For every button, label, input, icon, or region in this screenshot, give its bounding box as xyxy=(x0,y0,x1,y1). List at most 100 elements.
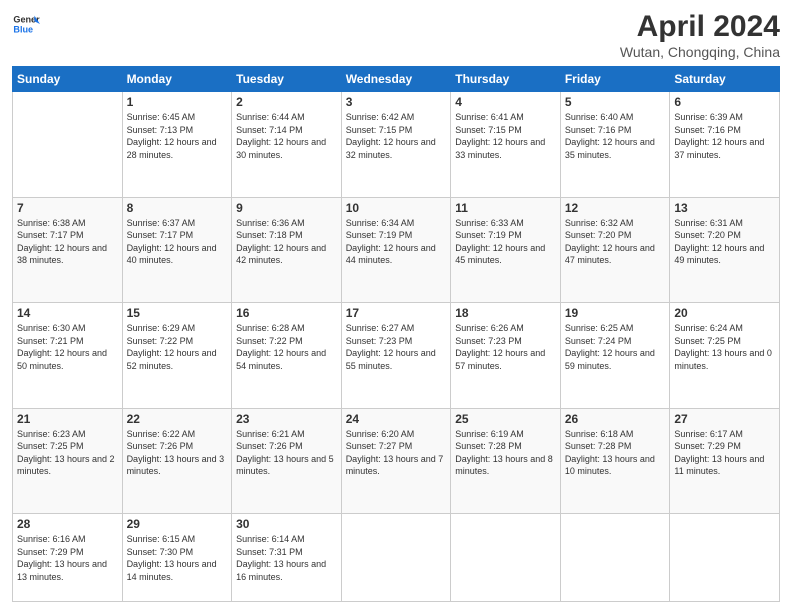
day-number: 17 xyxy=(346,306,447,320)
day-info: Sunrise: 6:23 AMSunset: 7:25 PMDaylight:… xyxy=(17,428,118,478)
table-row: 2 Sunrise: 6:44 AMSunset: 7:14 PMDaylight… xyxy=(232,92,342,198)
calendar-container: General Blue April 2024 Wutan, Chongqing… xyxy=(0,0,792,612)
day-number: 12 xyxy=(565,201,666,215)
day-number: 14 xyxy=(17,306,118,320)
day-info: Sunrise: 6:30 AMSunset: 7:21 PMDaylight:… xyxy=(17,322,118,372)
table-row xyxy=(451,514,561,602)
table-row: 14 Sunrise: 6:30 AMSunset: 7:21 PMDayligh… xyxy=(13,303,123,409)
day-number: 1 xyxy=(127,95,228,109)
day-info: Sunrise: 6:25 AMSunset: 7:24 PMDaylight:… xyxy=(565,322,666,372)
col-monday: Monday xyxy=(122,67,232,92)
day-info: Sunrise: 6:28 AMSunset: 7:22 PMDaylight:… xyxy=(236,322,337,372)
col-saturday: Saturday xyxy=(670,67,780,92)
table-row: 28 Sunrise: 6:16 AMSunset: 7:29 PMDayligh… xyxy=(13,514,123,602)
day-info: Sunrise: 6:22 AMSunset: 7:26 PMDaylight:… xyxy=(127,428,228,478)
header: General Blue April 2024 Wutan, Chongqing… xyxy=(12,10,780,60)
table-row: 23Sunrise: 6:21 AMSunset: 7:26 PMDayligh… xyxy=(232,408,342,514)
day-number: 18 xyxy=(455,306,556,320)
table-row: 1 Sunrise: 6:45 AMSunset: 7:13 PMDaylight… xyxy=(122,92,232,198)
col-friday: Friday xyxy=(560,67,670,92)
title-block: April 2024 Wutan, Chongqing, China xyxy=(620,10,780,60)
day-number: 3 xyxy=(346,95,447,109)
table-row: 18 Sunrise: 6:26 AMSunset: 7:23 PMDayligh… xyxy=(451,303,561,409)
table-row: 16 Sunrise: 6:28 AMSunset: 7:22 PMDayligh… xyxy=(232,303,342,409)
day-number: 5 xyxy=(565,95,666,109)
day-info: Sunrise: 6:41 AMSunset: 7:15 PMDaylight:… xyxy=(455,111,556,161)
table-row: 4 Sunrise: 6:41 AMSunset: 7:15 PMDaylight… xyxy=(451,92,561,198)
table-row: 8Sunrise: 6:37 AMSunset: 7:17 PMDaylight… xyxy=(122,197,232,303)
table-row: 20 Sunrise: 6:24 AMSunset: 7:25 PMDayligh… xyxy=(670,303,780,409)
day-info: Sunrise: 6:27 AMSunset: 7:23 PMDaylight:… xyxy=(346,322,447,372)
table-row: 17 Sunrise: 6:27 AMSunset: 7:23 PMDayligh… xyxy=(341,303,451,409)
calendar-header: Sunday Monday Tuesday Wednesday Thursday… xyxy=(13,67,780,92)
logo: General Blue xyxy=(12,10,40,38)
day-info: Sunrise: 6:14 AMSunset: 7:31 PMDaylight:… xyxy=(236,533,337,583)
table-row: 26 Sunrise: 6:18 AMSunset: 7:28 PMDayligh… xyxy=(560,408,670,514)
calendar-table: Sunday Monday Tuesday Wednesday Thursday… xyxy=(12,66,780,602)
day-info: Sunrise: 6:44 AMSunset: 7:14 PMDaylight:… xyxy=(236,111,337,161)
day-number: 30 xyxy=(236,517,337,531)
day-info: Sunrise: 6:16 AMSunset: 7:29 PMDaylight:… xyxy=(17,533,118,583)
col-tuesday: Tuesday xyxy=(232,67,342,92)
day-info: Sunrise: 6:15 AMSunset: 7:30 PMDaylight:… xyxy=(127,533,228,583)
day-number: 27 xyxy=(674,412,775,426)
day-info: Sunrise: 6:29 AMSunset: 7:22 PMDaylight:… xyxy=(127,322,228,372)
table-row: 9Sunrise: 6:36 AMSunset: 7:18 PMDaylight… xyxy=(232,197,342,303)
day-number: 9 xyxy=(236,201,337,215)
table-row: 30 Sunrise: 6:14 AMSunset: 7:31 PMDayligh… xyxy=(232,514,342,602)
day-info: Sunrise: 6:19 AMSunset: 7:28 PMDaylight:… xyxy=(455,428,556,478)
calendar-subtitle: Wutan, Chongqing, China xyxy=(620,44,780,60)
table-row: 6 Sunrise: 6:39 AMSunset: 7:16 PMDaylight… xyxy=(670,92,780,198)
table-row: 27 Sunrise: 6:17 AMSunset: 7:29 PMDayligh… xyxy=(670,408,780,514)
day-number: 19 xyxy=(565,306,666,320)
day-info: Sunrise: 6:37 AMSunset: 7:17 PMDaylight:… xyxy=(127,217,228,267)
col-sunday: Sunday xyxy=(13,67,123,92)
table-row: 25Sunrise: 6:19 AMSunset: 7:28 PMDayligh… xyxy=(451,408,561,514)
svg-text:Blue: Blue xyxy=(13,24,33,34)
day-info: Sunrise: 6:39 AMSunset: 7:16 PMDaylight:… xyxy=(674,111,775,161)
table-row: 3Sunrise: 6:42 AMSunset: 7:15 PMDaylight… xyxy=(341,92,451,198)
day-number: 2 xyxy=(236,95,337,109)
calendar-title: April 2024 xyxy=(620,10,780,44)
table-row: 7Sunrise: 6:38 AMSunset: 7:17 PMDaylight… xyxy=(13,197,123,303)
table-row xyxy=(13,92,123,198)
day-info: Sunrise: 6:31 AMSunset: 7:20 PMDaylight:… xyxy=(674,217,775,267)
table-row: 19 Sunrise: 6:25 AMSunset: 7:24 PMDayligh… xyxy=(560,303,670,409)
day-number: 20 xyxy=(674,306,775,320)
day-info: Sunrise: 6:17 AMSunset: 7:29 PMDaylight:… xyxy=(674,428,775,478)
day-info: Sunrise: 6:24 AMSunset: 7:25 PMDaylight:… xyxy=(674,322,775,372)
day-number: 26 xyxy=(565,412,666,426)
col-thursday: Thursday xyxy=(451,67,561,92)
day-number: 29 xyxy=(127,517,228,531)
header-row: Sunday Monday Tuesday Wednesday Thursday… xyxy=(13,67,780,92)
table-row: 21 Sunrise: 6:23 AMSunset: 7:25 PMDayligh… xyxy=(13,408,123,514)
table-row xyxy=(670,514,780,602)
col-wednesday: Wednesday xyxy=(341,67,451,92)
table-row: 15Sunrise: 6:29 AMSunset: 7:22 PMDayligh… xyxy=(122,303,232,409)
day-info: Sunrise: 6:21 AMSunset: 7:26 PMDaylight:… xyxy=(236,428,337,478)
table-row: 29 Sunrise: 6:15 AMSunset: 7:30 PMDayligh… xyxy=(122,514,232,602)
day-number: 11 xyxy=(455,201,556,215)
day-info: Sunrise: 6:20 AMSunset: 7:27 PMDaylight:… xyxy=(346,428,447,478)
table-row: 12 Sunrise: 6:32 AMSunset: 7:20 PMDayligh… xyxy=(560,197,670,303)
table-row: 10Sunrise: 6:34 AMSunset: 7:19 PMDayligh… xyxy=(341,197,451,303)
day-number: 6 xyxy=(674,95,775,109)
day-info: Sunrise: 6:40 AMSunset: 7:16 PMDaylight:… xyxy=(565,111,666,161)
day-number: 13 xyxy=(674,201,775,215)
day-info: Sunrise: 6:32 AMSunset: 7:20 PMDaylight:… xyxy=(565,217,666,267)
table-row: 11 Sunrise: 6:33 AMSunset: 7:19 PMDayligh… xyxy=(451,197,561,303)
logo-icon: General Blue xyxy=(12,10,40,38)
day-info: Sunrise: 6:18 AMSunset: 7:28 PMDaylight:… xyxy=(565,428,666,478)
day-info: Sunrise: 6:38 AMSunset: 7:17 PMDaylight:… xyxy=(17,217,118,267)
day-number: 4 xyxy=(455,95,556,109)
day-info: Sunrise: 6:26 AMSunset: 7:23 PMDaylight:… xyxy=(455,322,556,372)
table-row: 5 Sunrise: 6:40 AMSunset: 7:16 PMDaylight… xyxy=(560,92,670,198)
day-info: Sunrise: 6:33 AMSunset: 7:19 PMDaylight:… xyxy=(455,217,556,267)
day-info: Sunrise: 6:45 AMSunset: 7:13 PMDaylight:… xyxy=(127,111,228,161)
table-row: 13 Sunrise: 6:31 AMSunset: 7:20 PMDayligh… xyxy=(670,197,780,303)
day-info: Sunrise: 6:34 AMSunset: 7:19 PMDaylight:… xyxy=(346,217,447,267)
day-number: 21 xyxy=(17,412,118,426)
day-number: 22 xyxy=(127,412,228,426)
day-number: 16 xyxy=(236,306,337,320)
day-number: 28 xyxy=(17,517,118,531)
